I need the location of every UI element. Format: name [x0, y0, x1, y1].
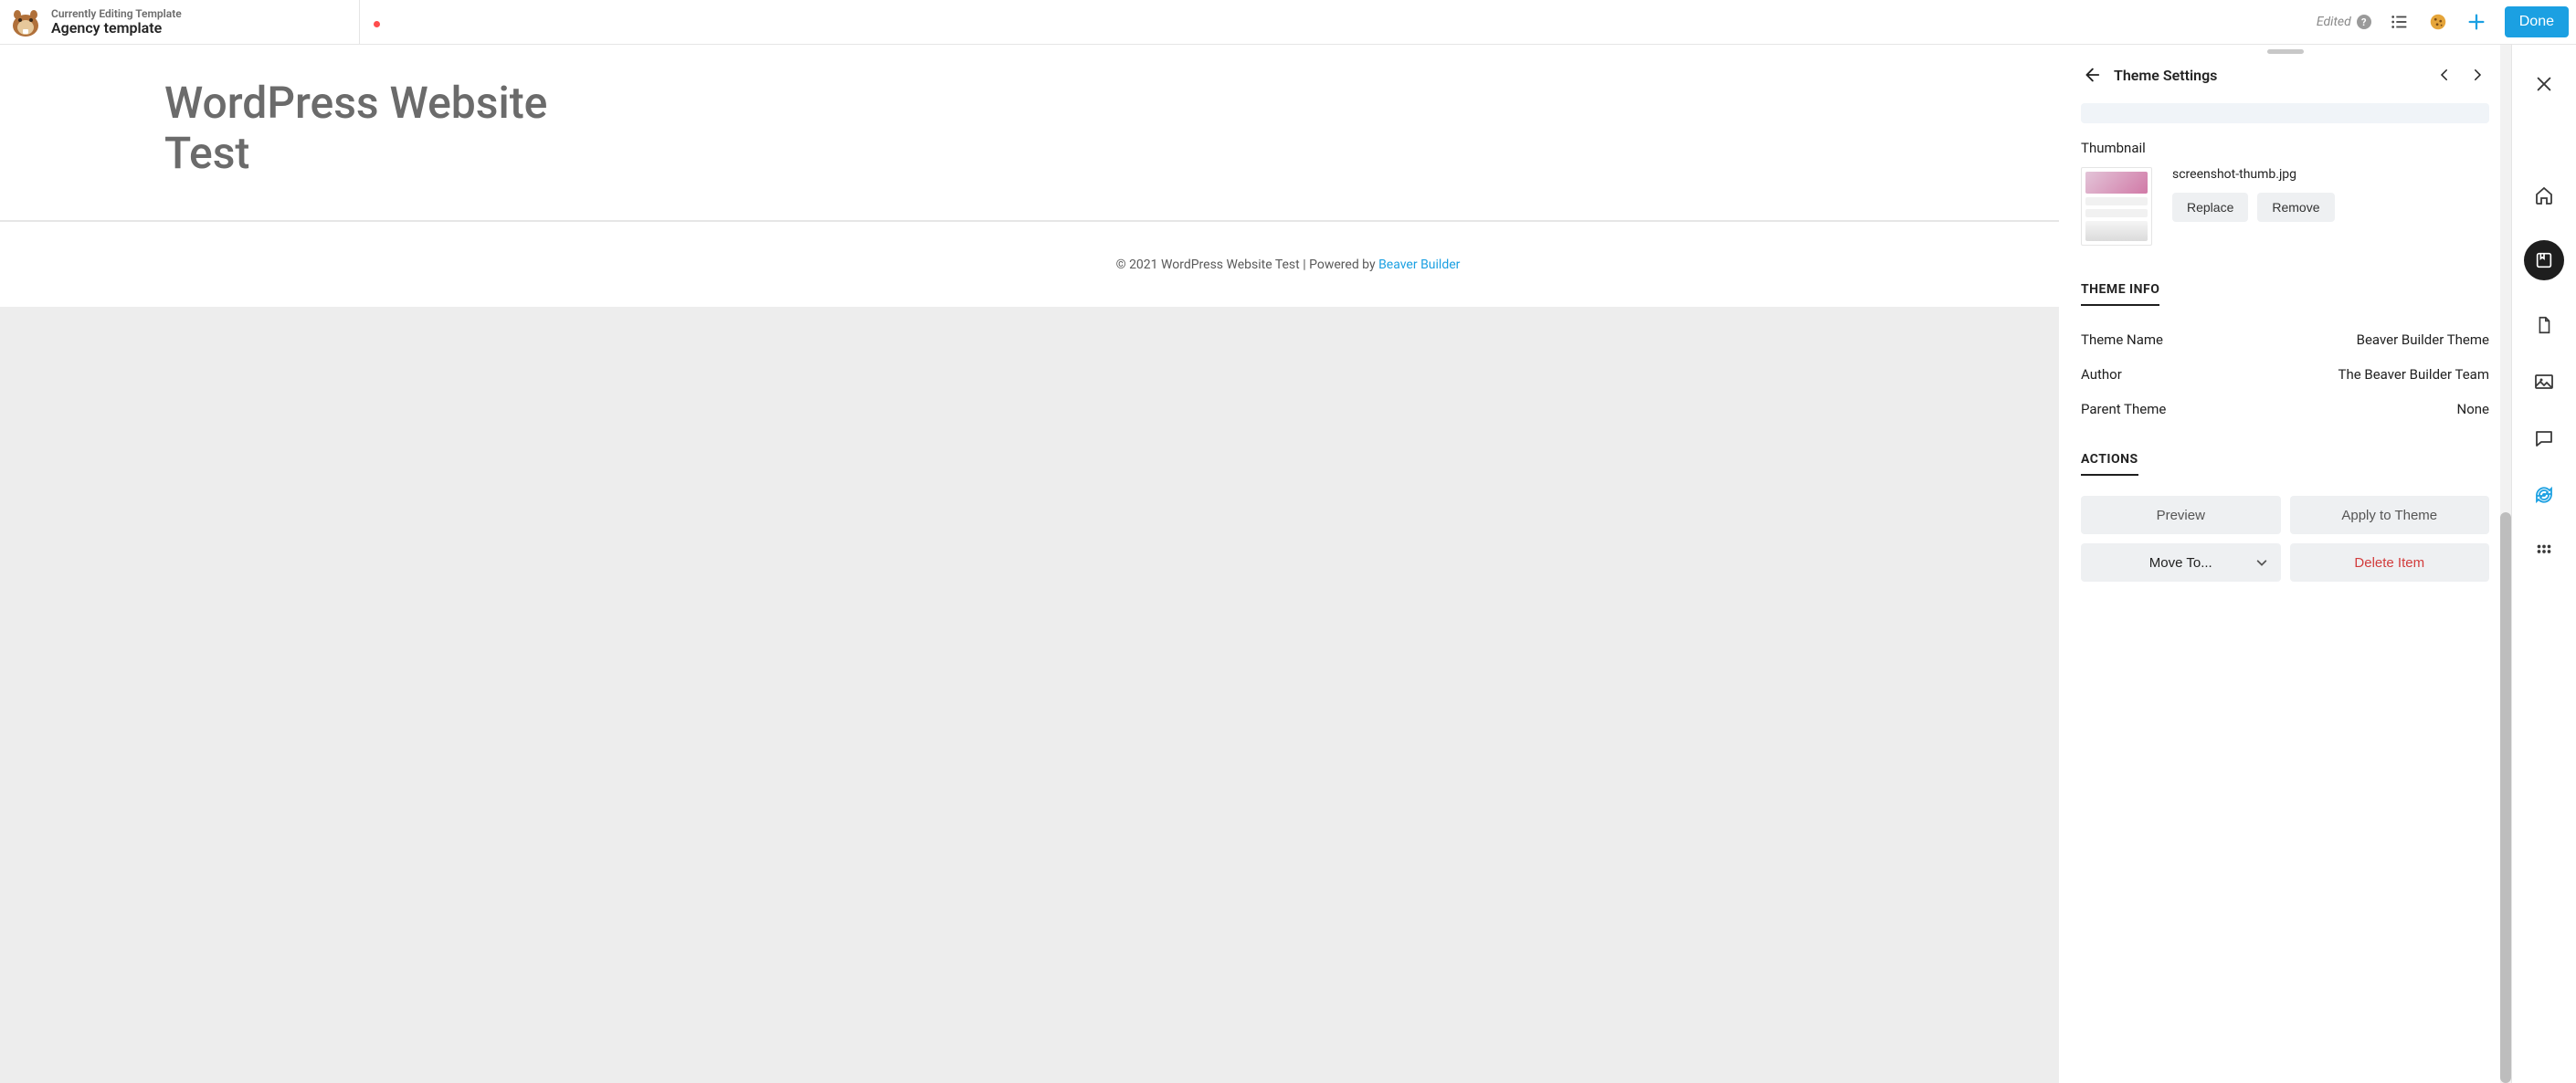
footer-link[interactable]: Beaver Builder — [1378, 258, 1460, 272]
sync-icon[interactable] — [2532, 483, 2556, 507]
site-title: WordPress Website Test — [164, 78, 621, 178]
prev-button[interactable] — [2436, 67, 2456, 83]
input-placeholder-bar[interactable] — [2081, 103, 2489, 123]
settings-panel: Theme Settings Thumbnail screensh — [2059, 45, 2511, 1083]
done-button[interactable]: Done — [2505, 6, 2569, 37]
chevron-down-icon — [2255, 556, 2268, 569]
top-bar: Currently Editing Template Agency templa… — [0, 0, 2576, 45]
preview-button[interactable]: Preview — [2081, 496, 2281, 534]
apps-icon[interactable] — [2532, 540, 2556, 563]
edit-status: Edited ? — [2317, 15, 2371, 29]
next-button[interactable] — [2469, 67, 2489, 83]
thumbnail-filename: screenshot-thumb.jpg — [2172, 167, 2335, 182]
remove-button[interactable]: Remove — [2257, 193, 2334, 222]
notification-dot-icon — [374, 21, 380, 27]
content-icon[interactable] — [2532, 313, 2556, 337]
panel-scrollbar[interactable] — [2500, 45, 2511, 1083]
add-button[interactable] — [2466, 12, 2486, 32]
theme-info-heading: THEME INFO — [2081, 275, 2159, 306]
parent-theme-row: Parent Theme None — [2081, 392, 2489, 426]
editing-label: Currently Editing Template — [51, 7, 182, 20]
thumbnail-label: Thumbnail — [2081, 140, 2489, 156]
thumbnail-preview[interactable] — [2081, 167, 2152, 246]
actions-heading: ACTIONS — [2081, 445, 2138, 476]
right-rail — [2511, 45, 2576, 1083]
author-row: Author The Beaver Builder Team — [2081, 357, 2489, 392]
move-to-button[interactable]: Move To... — [2081, 543, 2281, 582]
home-icon[interactable] — [2532, 184, 2556, 207]
notifications-button[interactable] — [360, 12, 393, 32]
help-icon[interactable]: ? — [2357, 15, 2371, 29]
footer-text: © 2021 WordPress Website Test | Powered … — [1116, 258, 1378, 272]
panel-title: Theme Settings — [2114, 67, 2217, 84]
template-name: Agency template — [51, 19, 182, 37]
theme-name-row: Theme Name Beaver Builder Theme — [2081, 322, 2489, 357]
library-icon[interactable] — [2524, 240, 2564, 280]
delete-item-button[interactable]: Delete Item — [2290, 543, 2490, 582]
replace-button[interactable]: Replace — [2172, 193, 2248, 222]
media-icon[interactable] — [2532, 370, 2556, 394]
close-button[interactable] — [2532, 72, 2556, 96]
template-dropdown[interactable] — [333, 12, 359, 32]
beaver-logo-icon — [9, 5, 42, 38]
brand: Currently Editing Template Agency templa… — [9, 5, 182, 38]
comments-icon[interactable] — [2532, 426, 2556, 450]
cookie-icon[interactable] — [2428, 12, 2448, 32]
outline-button[interactable] — [2390, 12, 2410, 32]
apply-theme-button[interactable]: Apply to Theme — [2290, 496, 2490, 534]
back-button[interactable] — [2081, 65, 2101, 85]
